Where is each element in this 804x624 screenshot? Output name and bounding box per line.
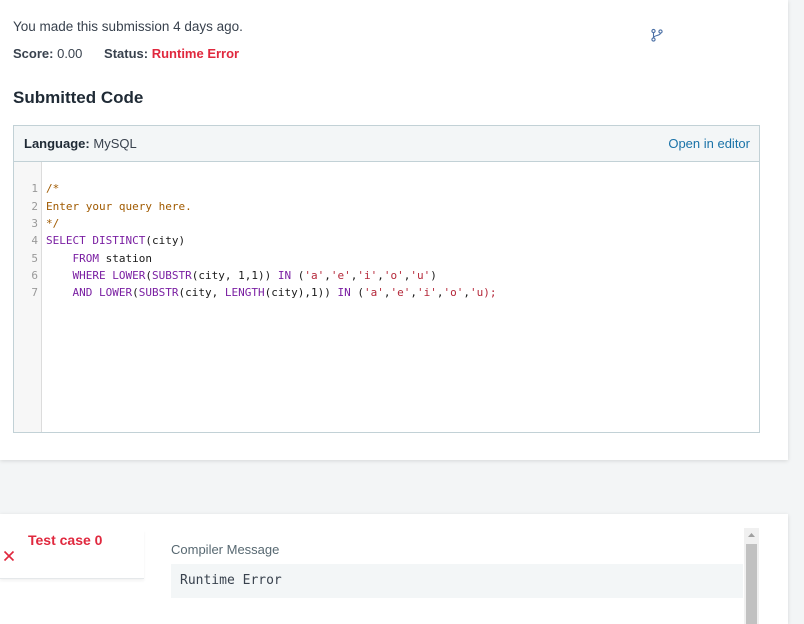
status-value: Runtime Error [151, 46, 240, 61]
code-line: 4 SELECT DISTINCT(city) [14, 215, 759, 247]
code-line: 7 AND LOWER(SUBSTR(city, LENGTH(city),1)… [14, 267, 759, 299]
code-content[interactable]: 1/* 2 Enter your query here. 3 */ 4 SELECT … [14, 162, 759, 432]
status-label: Status: [104, 46, 149, 61]
compiler-message-label: Compiler Message [171, 542, 280, 557]
language-label: Language: [24, 136, 90, 151]
code-line: 6 WHERE LOWER(SUBSTR(city, 1,1)) IN ('a'… [14, 250, 759, 282]
test-case-tab[interactable]: Test case 0 [0, 530, 144, 579]
code-editor[interactable]: Language: MySQL Open in editor 1/* 2 Ente… [13, 125, 760, 433]
compiler-message-box: Runtime Error [171, 564, 743, 598]
close-icon [3, 550, 15, 562]
test-case-label: Test case 0 [28, 532, 103, 548]
scroll-up-arrow-icon[interactable] [744, 528, 759, 542]
language-value: MySQL [93, 136, 137, 151]
scrollbar-thumb[interactable] [746, 544, 757, 624]
vertical-scrollbar[interactable] [744, 528, 759, 624]
editor-header: Language: MySQL Open in editor [14, 126, 759, 162]
branch-icon[interactable] [650, 28, 664, 42]
submission-time-text: You made this submission 4 days ago. [13, 19, 243, 34]
submitted-code-title: Submitted Code [13, 88, 144, 107]
code-line: 2 Enter your query here. [14, 181, 759, 213]
score-label: Score: [13, 46, 54, 61]
code-line: 1/* [14, 163, 759, 195]
test-results-card: Test case 0 Compiler Message Runtime Err… [0, 514, 788, 624]
code-line: 3 */ [14, 198, 759, 230]
language-indicator: Language: MySQL [24, 136, 137, 151]
score-status-row: Score: 0.00 Status: Runtime Error [13, 46, 239, 61]
open-in-editor-link[interactable]: Open in editor [668, 136, 750, 151]
submission-card: You made this submission 4 days ago. Sco… [0, 0, 788, 460]
code-line: 5 FROM station [14, 233, 759, 265]
score-value: 0.00 [57, 46, 83, 61]
line-number: 7 [31, 286, 38, 299]
compiler-message-text: Runtime Error [180, 573, 282, 588]
